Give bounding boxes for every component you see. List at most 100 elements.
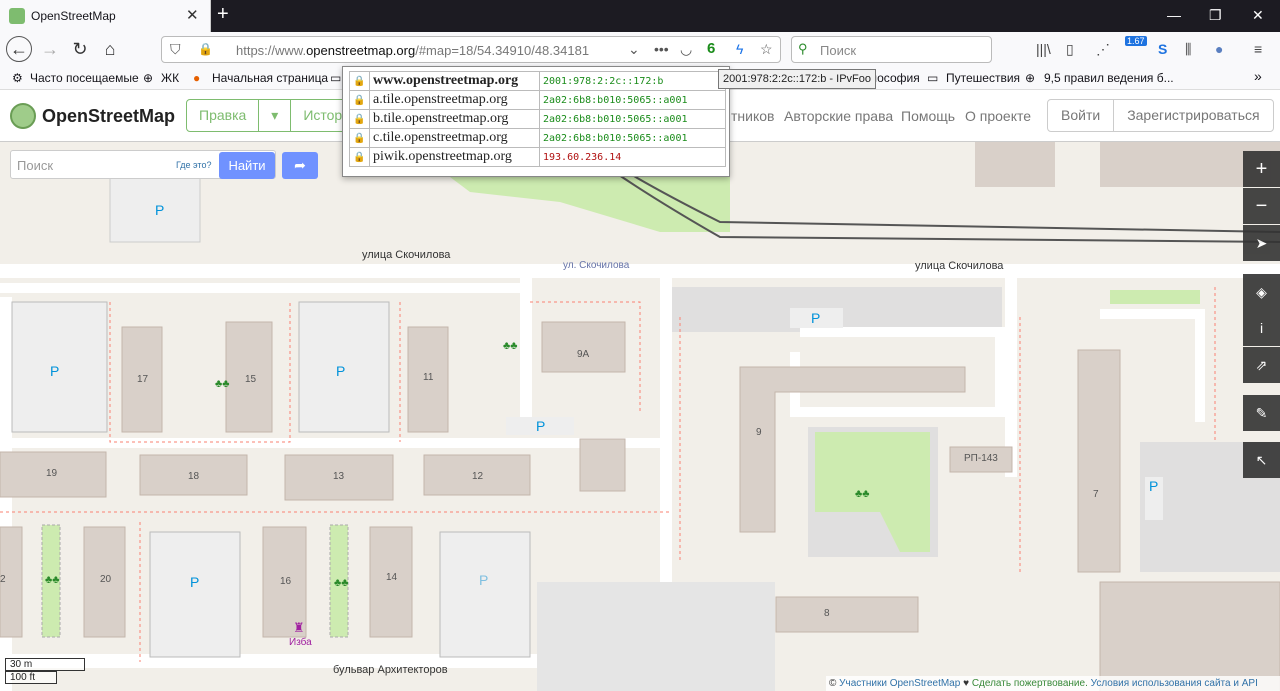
bookmark-start-page[interactable]: Начальная страница [212, 71, 328, 85]
ipvfoo-popup: 🔒 www.openstreetmap.org 2001:978:2:2c::172… [342, 66, 730, 177]
zoom-out-button[interactable]: − [1243, 188, 1280, 224]
ipvfoo-row: 🔒 www.openstreetmap.org 2001:978:2:2c::172… [349, 71, 726, 91]
minimize-icon[interactable]: — [1167, 7, 1181, 23]
tree-icon: ♣♣ [45, 574, 60, 586]
map-area[interactable]: Поиск Где это? Найти ➦ улица Скочилова у… [0, 142, 1280, 691]
ipvfoo-table: 🔒 www.openstreetmap.org 2001:978:2:2c::172… [349, 71, 726, 167]
ipvfoo-address[interactable]: 2a02:6b8:b010:5065::a001 [539, 128, 726, 148]
lock-icon: 🔒 [349, 109, 370, 129]
lock-icon[interactable]: 🔒 [198, 42, 213, 56]
osm-logo-icon[interactable] [10, 103, 36, 129]
ipvfoo-domain[interactable]: www.openstreetmap.org [369, 71, 540, 91]
query-features-icon[interactable]: ↖ [1243, 442, 1280, 478]
search-go-button[interactable]: Найти [219, 152, 275, 179]
library-icon[interactable]: |||\ [1036, 41, 1051, 57]
lightning-icon[interactable]: ϟ [736, 41, 743, 57]
menu-icon[interactable]: ≡ [1254, 41, 1262, 57]
donate-link[interactable]: Сделать пожертвование. [972, 678, 1088, 689]
browser-tab[interactable]: OpenStreetMap ✕ [0, 0, 211, 32]
sync-badge[interactable]: 1.67 [1125, 36, 1147, 46]
ipvfoo-address[interactable]: 2a02:6b8:b010:5065::a001 [539, 109, 726, 129]
nav-link-copyright[interactable]: Авторские права [784, 108, 893, 124]
chevron-right-icon[interactable]: » [1254, 68, 1262, 84]
building-number: 15 [245, 374, 257, 385]
url-bar[interactable]: ⛉ 🔒 https://www.openstreetmap.org/#map=1… [161, 36, 781, 63]
bookmark-star-icon[interactable]: ☆ [760, 41, 773, 58]
navigation-toolbar: ← → ↻ ⌂ ⛉ 🔒 https://www.openstreetmap.or… [0, 32, 1280, 66]
new-tab-icon[interactable]: + [217, 3, 229, 26]
terms-link[interactable]: Условия использования сайта и API [1091, 678, 1258, 689]
ipvfoo-domain[interactable]: c.tile.openstreetmap.org [369, 128, 540, 148]
search-placeholder: Поиск [820, 43, 857, 58]
back-icon[interactable]: ← [6, 36, 32, 62]
where-is-this-link[interactable]: Где это? [176, 160, 211, 170]
search-placeholder: Поиск [17, 158, 54, 173]
zoom-in-button[interactable]: + [1243, 151, 1280, 187]
building-number: 8 [824, 608, 830, 619]
nav-link-gps[interactable]: тников [731, 108, 774, 124]
directions-icon[interactable]: ➦ [282, 152, 318, 179]
nav-link-about[interactable]: О проекте [965, 108, 1031, 124]
contributors-link[interactable]: Участники OpenStreetMap [839, 678, 960, 689]
home-icon[interactable]: ⌂ [98, 38, 122, 62]
pocket-icon[interactable]: ◡ [680, 41, 692, 58]
parking-icon: P [811, 310, 821, 326]
parking-icon: P [536, 418, 546, 434]
building-number: 12 [472, 471, 484, 482]
bus-stop-label: ул. Скочилова [563, 260, 630, 271]
s-extension-icon[interactable]: S [1158, 41, 1167, 57]
close-tab-icon[interactable]: ✕ [186, 6, 199, 24]
scale-metric: 30 m [5, 658, 85, 671]
globe-icon: ⊕ [143, 71, 154, 85]
ipvfoo-icon[interactable]: 6 [707, 40, 715, 57]
more-icon[interactable]: ••• [654, 41, 669, 57]
lock-icon: 🔒 [349, 128, 370, 148]
attribution: © Участники OpenStreetMap ♥ Сделать поже… [826, 676, 1280, 691]
edit-button[interactable]: Правка [187, 100, 260, 131]
share-icon[interactable]: ⇗ [1243, 347, 1280, 383]
bookmark-rules[interactable]: 9,5 правил ведения б... [1044, 71, 1174, 85]
globe-icon: ⊕ [1025, 71, 1036, 85]
globe-extension-icon[interactable]: ● [1215, 41, 1223, 57]
folder-icon: ▭ [927, 71, 939, 85]
maximize-icon[interactable]: ❐ [1209, 7, 1222, 24]
add-note-icon[interactable]: ✎ [1243, 395, 1280, 431]
bars-extension-icon[interactable]: ⫼ [1185, 41, 1191, 58]
signup-button[interactable]: Зарегистрироваться [1114, 100, 1272, 131]
building-number: 13 [333, 471, 345, 482]
parking-icon: P [190, 574, 200, 590]
ipvfoo-domain[interactable]: a.tile.openstreetmap.org [369, 90, 540, 110]
shield-icon[interactable]: ⛉ [170, 41, 181, 58]
ipvfoo-address[interactable]: 2a02:6b8:b010:5065::a001 [539, 90, 726, 110]
bookmark-frequent[interactable]: Часто посещаемые [30, 71, 139, 85]
ipvfoo-address[interactable]: 193.60.236.14 [539, 147, 726, 167]
site-title[interactable]: OpenStreetMap [42, 106, 175, 127]
ipvfoo-domain[interactable]: piwik.openstreetmap.org [369, 147, 540, 167]
reload-icon[interactable]: ↻ [68, 38, 92, 62]
sidebar-icon[interactable]: ▯ [1066, 41, 1074, 58]
edit-dropdown-icon[interactable]: ▾ [259, 100, 292, 131]
rss-icon[interactable]: ⋰ [1096, 41, 1110, 58]
nav-link-help[interactable]: Помощь [901, 108, 955, 124]
ipvfoo-address[interactable]: 2001:978:2:2c::172:b [539, 71, 726, 91]
locate-icon[interactable]: ➤ [1243, 225, 1280, 261]
forward-icon[interactable]: → [38, 38, 62, 62]
info-icon[interactable]: i [1243, 310, 1280, 346]
folder-icon: ▭ [330, 71, 342, 85]
browser-search-field[interactable]: ⚲ Поиск [791, 36, 992, 63]
building-number: 20 [100, 574, 112, 585]
bookmark-zhk[interactable]: ЖК [161, 71, 179, 85]
auth-group: Войти Зарегистрироваться [1047, 99, 1274, 132]
ipvfoo-row: 🔒 a.tile.openstreetmap.org 2a02:6b8:b010:5… [349, 90, 726, 110]
building-number: 19 [46, 468, 58, 479]
window-close-icon[interactable]: ✕ [1252, 7, 1264, 24]
bookmark-travel[interactable]: Путешествия [946, 71, 1020, 85]
map-tiles [0, 142, 1280, 691]
url-text[interactable]: https://www.openstreetmap.org/#map=18/54… [236, 43, 589, 58]
ipvfoo-domain[interactable]: b.tile.openstreetmap.org [369, 109, 540, 129]
chevron-down-icon[interactable]: ⌄ [628, 41, 640, 58]
bookmark-philosophy[interactable]: лософия [870, 71, 920, 85]
building-number: 16 [280, 576, 292, 587]
layers-icon[interactable]: ◈ [1243, 274, 1280, 310]
login-button[interactable]: Войти [1048, 100, 1115, 131]
